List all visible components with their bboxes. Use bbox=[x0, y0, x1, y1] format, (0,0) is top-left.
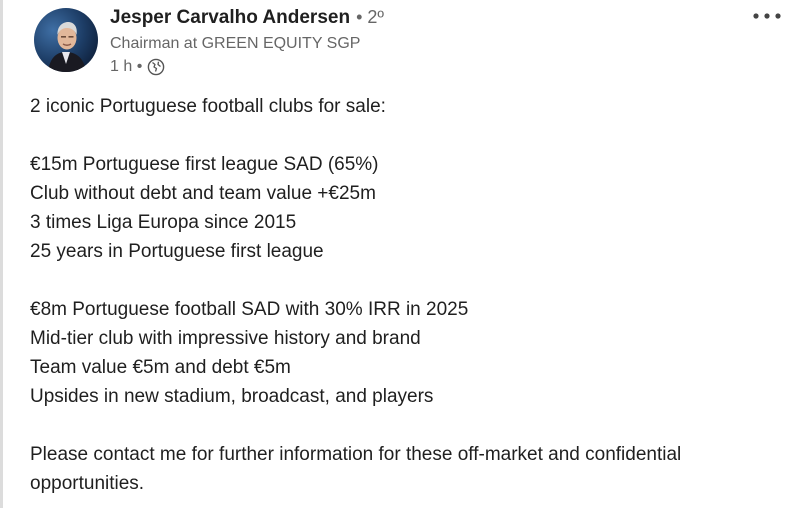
post-line: opportunities. bbox=[30, 473, 145, 494]
post-line: €8m Portuguese football SAD with 30% IRR… bbox=[30, 299, 469, 320]
author-avatar[interactable] bbox=[34, 8, 98, 72]
post-line-blank bbox=[30, 121, 770, 150]
connection-degree: • 2º bbox=[356, 7, 384, 27]
author-name[interactable]: Jesper Carvalho Andersen bbox=[110, 7, 350, 29]
post-line: 2 iconic Portuguese football clubs for s… bbox=[30, 96, 386, 117]
more-options-button[interactable] bbox=[747, 6, 787, 26]
author-name-row: Jesper Carvalho Andersen • 2º bbox=[110, 7, 384, 33]
post-line: Club without debt and team value +€25m bbox=[30, 183, 376, 204]
post-line: 3 times Liga Europa since 2015 bbox=[30, 212, 297, 233]
post-meta: 1 h • bbox=[110, 56, 165, 78]
post-line: 25 years in Portuguese first league bbox=[30, 241, 324, 262]
post-body: 2 iconic Portuguese football clubs for s… bbox=[30, 92, 770, 498]
post-line: €15m Portuguese first league SAD (65%) bbox=[30, 154, 379, 175]
avatar-photo-icon bbox=[34, 8, 98, 72]
post-line: Team value €5m and debt €5m bbox=[30, 357, 291, 378]
post-line: Mid-tier club with impressive history an… bbox=[30, 328, 421, 349]
post-line: Please contact me for further informatio… bbox=[30, 444, 682, 465]
post-line-blank bbox=[30, 411, 770, 440]
post-line: Upsides in new stadium, broadcast, and p… bbox=[30, 386, 434, 407]
feed-post: Jesper Carvalho Andersen • 2º Chairman a… bbox=[0, 0, 800, 508]
globe-icon bbox=[147, 58, 165, 76]
more-options-icon bbox=[753, 13, 781, 19]
post-timestamp: 1 h • bbox=[110, 58, 143, 75]
author-headline: Chairman at GREEN EQUITY SGP bbox=[110, 35, 361, 52]
post-line-blank bbox=[30, 266, 770, 295]
